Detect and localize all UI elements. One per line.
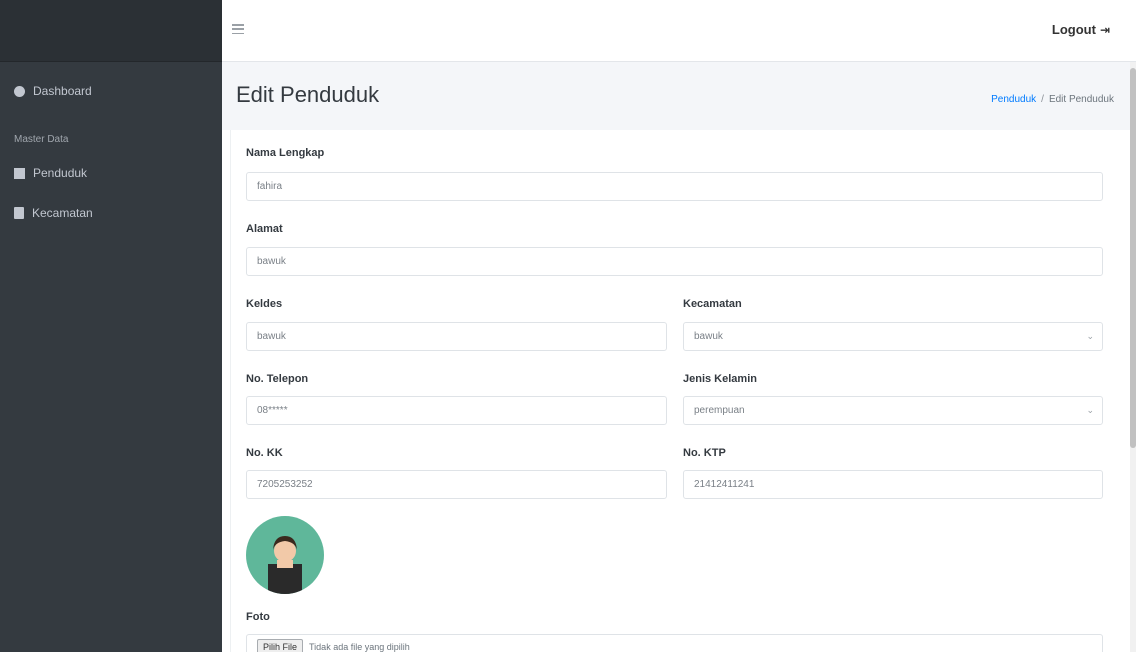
label-nama-lengkap: Nama Lengkap xyxy=(246,147,325,159)
dashboard-icon xyxy=(14,85,25,97)
sidebar-item-penduduk[interactable]: Penduduk xyxy=(14,166,87,180)
alamat-input[interactable]: bawuk xyxy=(246,247,1103,276)
label-jenis-kelamin: Jenis Kelamin xyxy=(683,373,757,385)
avatar xyxy=(246,516,324,594)
breadcrumb-separator: / xyxy=(1041,94,1044,105)
logout-label: Logout xyxy=(1051,22,1096,37)
no-file-text: Tidak ada file yang dipilih xyxy=(309,642,410,652)
form-card xyxy=(230,130,1122,652)
breadcrumb-current: Edit Penduduk xyxy=(1048,94,1114,105)
nama-lengkap-input[interactable]: fahira xyxy=(246,172,1103,201)
scrollbar-thumb[interactable] xyxy=(1130,68,1136,448)
label-kecamatan: Kecamatan xyxy=(683,298,742,310)
sidebar: Dashboard Master Data Penduduk Kecamatan xyxy=(0,0,222,652)
sidebar-item-dashboard[interactable]: Dashboard xyxy=(14,84,92,98)
jenis-kelamin-select[interactable]: perempuan ⌄ xyxy=(683,396,1103,425)
breadcrumb-link-penduduk[interactable]: Penduduk xyxy=(991,94,1036,105)
label-no-telepon: No. Telepon xyxy=(246,373,309,385)
logout-icon: ⇥ xyxy=(1099,22,1110,37)
logout-button[interactable]: Logout ⇥ xyxy=(1052,22,1110,37)
kecamatan-selected-value: bawuk xyxy=(694,331,723,342)
sidebar-item-label: Dashboard xyxy=(33,84,92,98)
no-telepon-input[interactable]: 08***** xyxy=(246,396,667,425)
sidebar-section-header: Master Data xyxy=(14,134,69,145)
kecamatan-select[interactable]: bawuk ⌄ xyxy=(683,322,1103,351)
user-photo-icon xyxy=(268,536,302,594)
label-keldes: Keldes xyxy=(246,298,283,310)
id-card-icon xyxy=(14,167,25,179)
foto-file-input[interactable]: Pilih File Tidak ada file yang dipilih xyxy=(246,634,1103,652)
sidebar-item-label: Kecamatan xyxy=(32,206,93,220)
label-foto: Foto xyxy=(246,611,270,623)
hamburger-menu-icon[interactable] xyxy=(232,24,244,34)
keldes-input[interactable]: bawuk xyxy=(246,322,667,351)
chevron-down-icon: ⌄ xyxy=(1086,331,1094,341)
content-header: Edit Penduduk Penduduk / Edit Penduduk xyxy=(222,62,1136,130)
jenis-kelamin-selected-value: perempuan xyxy=(694,405,745,416)
label-no-ktp: No. KTP xyxy=(683,447,726,459)
label-no-kk: No. KK xyxy=(246,447,283,459)
sidebar-item-label: Penduduk xyxy=(33,166,88,180)
no-kk-input[interactable]: 7205253252 xyxy=(246,470,667,499)
sidebar-item-kecamatan[interactable]: Kecamatan xyxy=(14,206,93,220)
chevron-down-icon: ⌄ xyxy=(1086,405,1094,415)
no-ktp-input[interactable]: 21412411241 xyxy=(683,470,1103,499)
page-title: Edit Penduduk xyxy=(236,82,380,107)
label-alamat: Alamat xyxy=(246,223,283,235)
sidebar-brand xyxy=(0,0,222,62)
document-icon xyxy=(14,207,24,219)
choose-file-button[interactable]: Pilih File xyxy=(257,639,304,652)
top-navbar: Logout ⇥ xyxy=(222,0,1136,62)
breadcrumb: Penduduk / Edit Penduduk xyxy=(991,94,1114,105)
